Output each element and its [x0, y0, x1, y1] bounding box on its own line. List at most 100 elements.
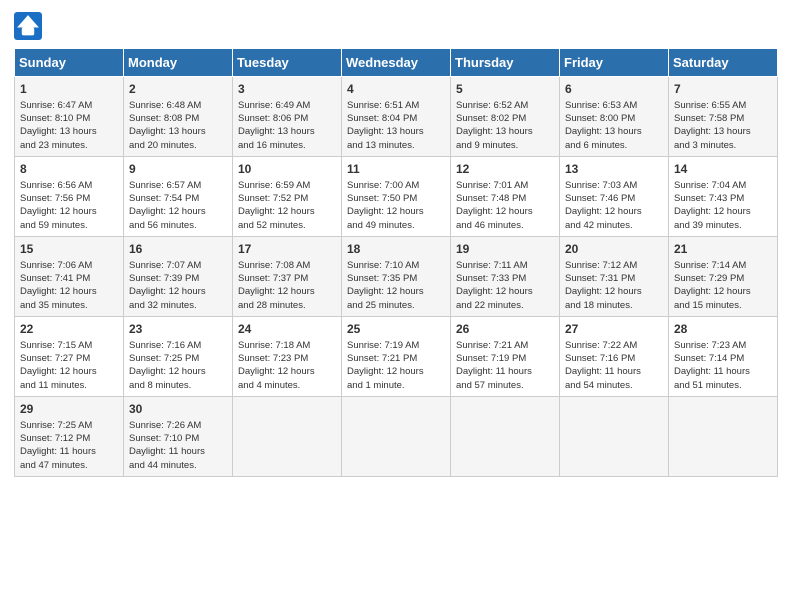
- day-info-line: Sunset: 8:10 PM: [20, 112, 119, 125]
- day-info-line: Sunset: 7:25 PM: [129, 352, 228, 365]
- weekday-header-wednesday: Wednesday: [342, 49, 451, 77]
- calendar-cell: 29Sunrise: 7:25 AMSunset: 7:12 PMDayligh…: [15, 397, 124, 477]
- day-info-line: and 44 minutes.: [129, 459, 228, 472]
- day-info-line: and 57 minutes.: [456, 379, 555, 392]
- calendar-week-row: 15Sunrise: 7:06 AMSunset: 7:41 PMDayligh…: [15, 237, 778, 317]
- calendar-cell: 18Sunrise: 7:10 AMSunset: 7:35 PMDayligh…: [342, 237, 451, 317]
- day-info-line: Sunset: 7:31 PM: [565, 272, 664, 285]
- day-info-line: Sunrise: 7:06 AM: [20, 259, 119, 272]
- calendar-cell: 1Sunrise: 6:47 AMSunset: 8:10 PMDaylight…: [15, 77, 124, 157]
- calendar-week-row: 22Sunrise: 7:15 AMSunset: 7:27 PMDayligh…: [15, 317, 778, 397]
- day-info-line: Daylight: 11 hours: [129, 445, 228, 458]
- day-info-line: and 6 minutes.: [565, 139, 664, 152]
- calendar-cell: [233, 397, 342, 477]
- day-info-line: Sunset: 7:43 PM: [674, 192, 773, 205]
- weekday-header-tuesday: Tuesday: [233, 49, 342, 77]
- day-info-line: Daylight: 12 hours: [456, 205, 555, 218]
- day-info-line: Daylight: 13 hours: [456, 125, 555, 138]
- day-info-line: Sunset: 7:19 PM: [456, 352, 555, 365]
- day-info-line: Sunset: 8:06 PM: [238, 112, 337, 125]
- day-info-line: Daylight: 13 hours: [565, 125, 664, 138]
- day-info-line: Daylight: 12 hours: [129, 205, 228, 218]
- calendar-cell: 10Sunrise: 6:59 AMSunset: 7:52 PMDayligh…: [233, 157, 342, 237]
- day-info-line: Sunset: 7:35 PM: [347, 272, 446, 285]
- day-info-line: Daylight: 12 hours: [20, 285, 119, 298]
- calendar-cell: [560, 397, 669, 477]
- day-info-line: Daylight: 13 hours: [129, 125, 228, 138]
- day-number: 18: [347, 241, 446, 258]
- day-info-line: Daylight: 12 hours: [347, 285, 446, 298]
- day-info-line: Daylight: 12 hours: [129, 285, 228, 298]
- day-info-line: and 15 minutes.: [674, 299, 773, 312]
- day-number: 4: [347, 81, 446, 98]
- day-number: 22: [20, 321, 119, 338]
- day-info-line: and 51 minutes.: [674, 379, 773, 392]
- calendar-cell: 28Sunrise: 7:23 AMSunset: 7:14 PMDayligh…: [669, 317, 778, 397]
- day-info-line: and 54 minutes.: [565, 379, 664, 392]
- day-number: 6: [565, 81, 664, 98]
- day-number: 17: [238, 241, 337, 258]
- calendar-cell: 9Sunrise: 6:57 AMSunset: 7:54 PMDaylight…: [124, 157, 233, 237]
- calendar-cell: 30Sunrise: 7:26 AMSunset: 7:10 PMDayligh…: [124, 397, 233, 477]
- day-info-line: and 42 minutes.: [565, 219, 664, 232]
- calendar-cell: 3Sunrise: 6:49 AMSunset: 8:06 PMDaylight…: [233, 77, 342, 157]
- logo: [14, 12, 46, 40]
- day-info-line: Sunrise: 6:48 AM: [129, 99, 228, 112]
- header: [14, 12, 778, 40]
- day-info-line: Daylight: 13 hours: [347, 125, 446, 138]
- day-info-line: Daylight: 11 hours: [20, 445, 119, 458]
- calendar-cell: 25Sunrise: 7:19 AMSunset: 7:21 PMDayligh…: [342, 317, 451, 397]
- day-info-line: Sunrise: 6:49 AM: [238, 99, 337, 112]
- day-info-line: Sunrise: 7:18 AM: [238, 339, 337, 352]
- day-info-line: Sunset: 8:00 PM: [565, 112, 664, 125]
- day-info-line: Daylight: 12 hours: [674, 205, 773, 218]
- day-number: 12: [456, 161, 555, 178]
- day-info-line: Sunset: 7:41 PM: [20, 272, 119, 285]
- day-number: 2: [129, 81, 228, 98]
- day-info-line: Sunrise: 7:21 AM: [456, 339, 555, 352]
- calendar-cell: 8Sunrise: 6:56 AMSunset: 7:56 PMDaylight…: [15, 157, 124, 237]
- day-info-line: Sunrise: 7:23 AM: [674, 339, 773, 352]
- weekday-header-sunday: Sunday: [15, 49, 124, 77]
- day-info-line: and 52 minutes.: [238, 219, 337, 232]
- day-info-line: Daylight: 13 hours: [20, 125, 119, 138]
- day-info-line: Daylight: 12 hours: [238, 365, 337, 378]
- day-number: 29: [20, 401, 119, 418]
- weekday-header-row: SundayMondayTuesdayWednesdayThursdayFrid…: [15, 49, 778, 77]
- day-number: 11: [347, 161, 446, 178]
- day-info-line: and 35 minutes.: [20, 299, 119, 312]
- calendar-cell: 11Sunrise: 7:00 AMSunset: 7:50 PMDayligh…: [342, 157, 451, 237]
- day-info-line: Daylight: 12 hours: [565, 285, 664, 298]
- day-info-line: and 22 minutes.: [456, 299, 555, 312]
- calendar-cell: 19Sunrise: 7:11 AMSunset: 7:33 PMDayligh…: [451, 237, 560, 317]
- day-info-line: Sunset: 7:29 PM: [674, 272, 773, 285]
- day-info-line: Sunset: 7:27 PM: [20, 352, 119, 365]
- day-info-line: Sunrise: 7:11 AM: [456, 259, 555, 272]
- day-info-line: Sunrise: 6:57 AM: [129, 179, 228, 192]
- calendar-cell: 12Sunrise: 7:01 AMSunset: 7:48 PMDayligh…: [451, 157, 560, 237]
- day-info-line: Sunset: 7:37 PM: [238, 272, 337, 285]
- day-info-line: Sunrise: 7:22 AM: [565, 339, 664, 352]
- day-info-line: Sunrise: 7:14 AM: [674, 259, 773, 272]
- day-number: 10: [238, 161, 337, 178]
- calendar-cell: 5Sunrise: 6:52 AMSunset: 8:02 PMDaylight…: [451, 77, 560, 157]
- day-info-line: Sunset: 7:58 PM: [674, 112, 773, 125]
- day-info-line: Sunrise: 7:04 AM: [674, 179, 773, 192]
- day-info-line: and 56 minutes.: [129, 219, 228, 232]
- calendar-week-row: 29Sunrise: 7:25 AMSunset: 7:12 PMDayligh…: [15, 397, 778, 477]
- calendar-week-row: 1Sunrise: 6:47 AMSunset: 8:10 PMDaylight…: [15, 77, 778, 157]
- calendar-cell: 27Sunrise: 7:22 AMSunset: 7:16 PMDayligh…: [560, 317, 669, 397]
- calendar-cell: [669, 397, 778, 477]
- day-info-line: Sunrise: 6:47 AM: [20, 99, 119, 112]
- day-info-line: Sunset: 7:16 PM: [565, 352, 664, 365]
- day-number: 15: [20, 241, 119, 258]
- day-number: 8: [20, 161, 119, 178]
- day-number: 30: [129, 401, 228, 418]
- day-info-line: Sunrise: 6:53 AM: [565, 99, 664, 112]
- day-number: 25: [347, 321, 446, 338]
- calendar-week-row: 8Sunrise: 6:56 AMSunset: 7:56 PMDaylight…: [15, 157, 778, 237]
- day-info-line: Sunset: 7:52 PM: [238, 192, 337, 205]
- day-info-line: Sunset: 7:56 PM: [20, 192, 119, 205]
- day-info-line: and 32 minutes.: [129, 299, 228, 312]
- calendar-cell: 21Sunrise: 7:14 AMSunset: 7:29 PMDayligh…: [669, 237, 778, 317]
